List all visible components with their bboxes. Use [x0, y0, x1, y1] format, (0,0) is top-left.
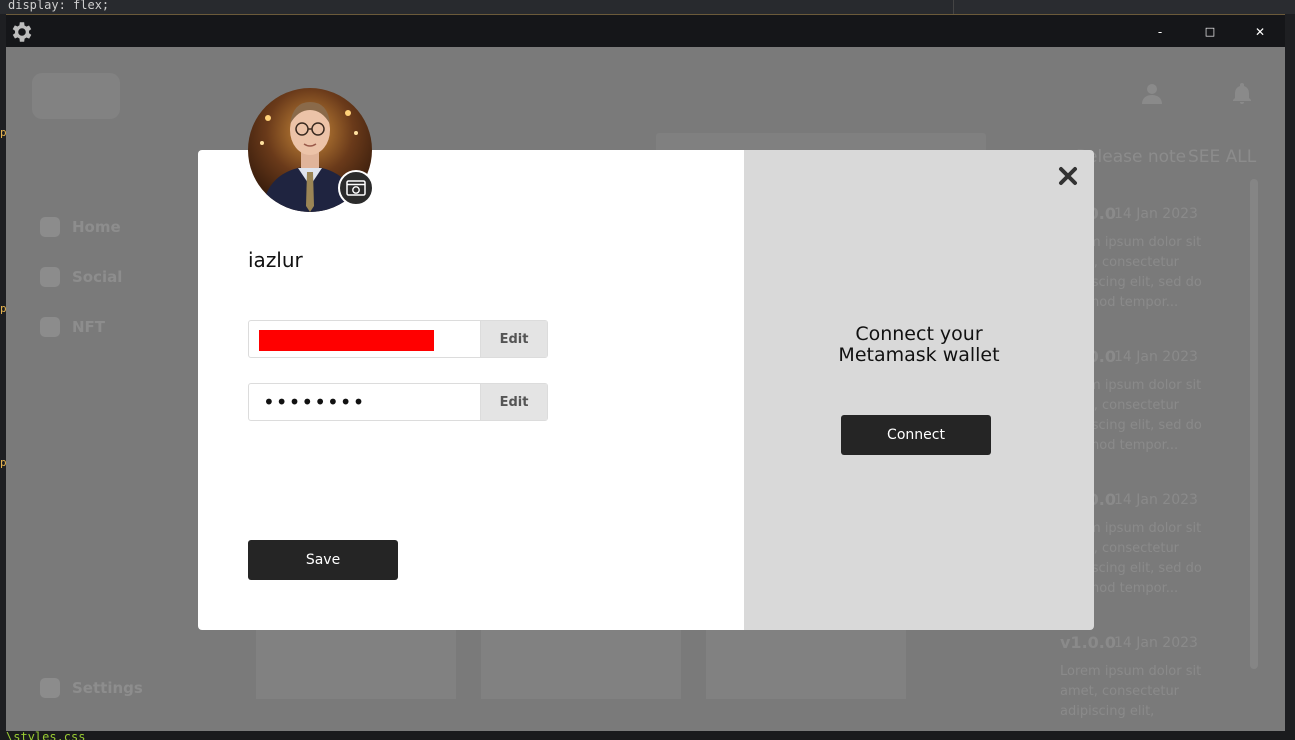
sidebar-item-label: Settings [72, 679, 143, 697]
camera-icon [346, 180, 366, 196]
email-field[interactable]: Edit [248, 320, 548, 358]
sidebar-item-social[interactable]: Social [40, 266, 122, 288]
change-photo-button[interactable] [338, 170, 374, 206]
edit-password-button[interactable]: Edit [480, 384, 547, 420]
sidebar-item-nft[interactable]: NFT [40, 316, 105, 338]
close-icon[interactable] [1056, 164, 1080, 188]
profile-panel: iazlur Edit •••••••• Edit Save [198, 88, 744, 630]
editor-code-text: display: flex; [8, 0, 110, 12]
nft-icon [40, 317, 60, 337]
sidebar-item-label: Social [72, 268, 123, 286]
minimize-button[interactable]: - [1151, 23, 1169, 41]
see-all-link[interactable]: SEE ALL [1188, 147, 1256, 167]
sidebar-item-label: NFT [72, 318, 106, 336]
edit-email-button[interactable]: Edit [480, 321, 547, 357]
user-icon[interactable] [1140, 81, 1164, 105]
window-titlebar: - □ ✕ [6, 14, 1285, 48]
connect-title-line2: Metamask wallet [838, 344, 1000, 366]
release-date: 14 Jan 2023 [1114, 349, 1198, 365]
redacted-email [259, 330, 434, 351]
content-card[interactable] [481, 629, 681, 699]
wallet-panel: Connect your Metamask wallet Connect [744, 150, 1094, 630]
sidebar-item-home[interactable]: Home [40, 216, 121, 238]
password-field[interactable]: •••••••• Edit [248, 383, 548, 421]
editor-file-name: \styles.css [6, 730, 86, 740]
bell-icon[interactable] [1230, 81, 1254, 105]
release-date: 14 Jan 2023 [1114, 206, 1198, 222]
editor-right-pane [953, 0, 1295, 14]
settings-icon [40, 678, 60, 698]
content-card[interactable] [256, 629, 456, 699]
connect-button[interactable]: Connect [841, 415, 991, 455]
social-icon [40, 267, 60, 287]
gear-icon[interactable] [9, 19, 35, 45]
close-window-button[interactable]: ✕ [1251, 23, 1269, 41]
content-card[interactable] [706, 629, 906, 699]
release-notes-scrollbar[interactable] [1250, 179, 1258, 669]
editor-code-line: display: flex; [0, 0, 1295, 14]
app-logo [32, 73, 120, 119]
sidebar-item-settings[interactable]: Settings [40, 677, 143, 699]
home-icon [40, 217, 60, 237]
connect-wallet-title: Connect your Metamask wallet [744, 324, 1094, 366]
connect-title-line1: Connect your [855, 323, 983, 345]
username: iazlur [248, 248, 303, 272]
save-button[interactable]: Save [248, 540, 398, 580]
profile-modal: iazlur Edit •••••••• Edit Save Connect y… [198, 88, 1094, 630]
release-description: Lorem ipsum dolor sit amet, consectetur … [1060, 664, 1202, 719]
password-value: •••••••• [263, 390, 366, 414]
sidebar-item-label: Home [72, 218, 121, 236]
release-version: v1.0.0 [1060, 633, 1116, 652]
release-date: 14 Jan 2023 [1114, 492, 1198, 508]
release-date: 14 Jan 2023 [1114, 635, 1198, 651]
editor-file-tab[interactable]: \styles.css [0, 730, 1295, 740]
maximize-button[interactable]: □ [1201, 23, 1219, 41]
